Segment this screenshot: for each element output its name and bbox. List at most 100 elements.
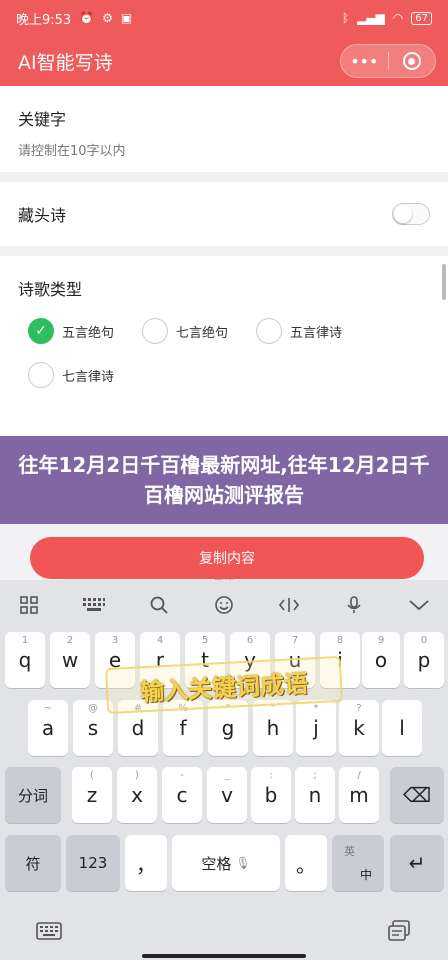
key-label: f <box>179 716 187 740</box>
battery-level: 67 <box>415 12 428 24</box>
key-label: b <box>264 783 278 807</box>
language-switch-key[interactable]: 英 中 <box>332 835 384 891</box>
radio-option[interactable]: 七言律诗 <box>18 362 132 388</box>
radio-circle-icon <box>28 362 54 388</box>
radio-option[interactable]: 五言律诗 <box>246 318 360 344</box>
radio-option[interactable]: ✓ 五言绝句 <box>18 318 132 344</box>
key-alt: 3 <box>111 635 119 646</box>
key-alt: ~ <box>43 703 53 714</box>
keyboard-bottom-bar <box>0 902 448 960</box>
key-alt: 6 <box>246 635 254 646</box>
key-alt: _ <box>224 770 230 781</box>
stamp-text: 输入关键词成语 <box>139 669 309 706</box>
symbols-key[interactable]: 符 <box>5 835 61 891</box>
key-label: n <box>308 783 322 807</box>
key-z[interactable]: (z <box>72 767 112 823</box>
key-label: 符 <box>25 854 41 873</box>
key-p[interactable]: 0p <box>404 632 444 688</box>
microphone-icon: 🎙 <box>235 856 251 870</box>
key-label: v <box>221 783 233 807</box>
home-indicator[interactable] <box>142 954 306 958</box>
key-label: m <box>349 783 369 807</box>
key-alt: 0 <box>420 635 428 646</box>
key-label: l <box>399 716 405 740</box>
key-q[interactable]: 1q <box>5 632 45 688</box>
keyword-title: 关键字 <box>18 110 67 129</box>
segment-key[interactable]: 分词 <box>5 767 61 823</box>
key-label: x <box>131 783 143 807</box>
key-label: 空格 <box>201 854 232 873</box>
key-k[interactable]: ? k <box>339 700 379 756</box>
copy-content-button[interactable]: 复制内容 <box>30 537 424 579</box>
numbers-key[interactable]: 123 <box>66 835 120 891</box>
check-icon: ✓ <box>28 318 54 344</box>
key-alt: 9 <box>377 635 385 646</box>
grid-menu-icon[interactable] <box>14 590 44 620</box>
close-program-button[interactable] <box>389 45 436 77</box>
overlay-banner: 往年12月2日千百橹最新网址,往年12月2日千百橹网站测评报告 <box>0 436 448 524</box>
keyboard-switch-icon[interactable] <box>34 916 64 946</box>
app-bar: AI智能写诗 ••• <box>0 36 448 86</box>
key-w[interactable]: 2w <box>50 632 90 688</box>
key-h[interactable]: " h <box>253 700 293 756</box>
acrostic-card: 藏头诗 <box>0 182 448 246</box>
cursor-move-icon[interactable] <box>274 590 304 620</box>
key-v[interactable]: _ v <box>207 767 247 823</box>
key-l[interactable]: l <box>382 700 422 756</box>
battery-icon: 67 <box>411 11 432 25</box>
mini-program-capsule: ••• <box>340 44 436 78</box>
key-label: p <box>417 648 431 672</box>
lang-english-label: 英 <box>344 845 355 858</box>
enter-icon: ↵ <box>408 851 426 875</box>
key-n[interactable]: ; n <box>295 767 335 823</box>
key-label: ， <box>136 852 156 877</box>
radio-circle-icon <box>142 318 168 344</box>
space-key[interactable]: 空格 🎙 <box>172 835 280 891</box>
key-o[interactable]: 9o <box>362 632 400 688</box>
radio-circle-icon <box>256 318 282 344</box>
acrostic-toggle[interactable] <box>392 203 430 225</box>
key-label: g <box>221 716 235 740</box>
backspace-key[interactable]: ⌫ <box>390 767 444 823</box>
key-label: j <box>313 716 319 740</box>
key-m[interactable]: / m <box>339 767 379 823</box>
collapse-keyboard-icon[interactable] <box>404 590 434 620</box>
key-label: s <box>87 716 99 740</box>
microphone-icon[interactable] <box>339 590 369 620</box>
lang-chinese-label: 中 <box>359 868 372 882</box>
key-alt: * <box>313 703 319 714</box>
key-alt: ; <box>313 770 317 781</box>
key-alt: ( <box>90 770 94 781</box>
key-a[interactable]: ~ a <box>28 700 68 756</box>
more-icon: ••• <box>350 51 379 71</box>
more-menu-button[interactable]: ••• <box>341 45 388 77</box>
key-b[interactable]: :b <box>251 767 291 823</box>
key-alt: 2 <box>66 635 74 646</box>
key-j[interactable]: * j <box>296 700 336 756</box>
poem-type-options: ✓ 五言绝句 七言绝句 五言律诗 七言律诗 <box>18 318 430 388</box>
status-time: 晚上9:53 <box>16 12 72 28</box>
radio-label: 五言律诗 <box>290 325 343 341</box>
radio-option[interactable]: 七言绝句 <box>132 318 246 344</box>
key-label: 123 <box>78 854 108 872</box>
enter-key[interactable]: ↵ <box>390 835 444 891</box>
comma-key[interactable]: ， <box>125 835 167 891</box>
key-x[interactable]: ) x <box>117 767 157 823</box>
key-c[interactable]: -c <box>162 767 202 823</box>
page-title: AI智能写诗 <box>18 51 113 74</box>
keyboard-layout-icon[interactable] <box>79 590 109 620</box>
period-key[interactable]: 。 <box>285 835 327 891</box>
key-alt: 5 <box>201 635 209 646</box>
key-alt: / <box>357 770 361 781</box>
search-icon[interactable] <box>144 590 174 620</box>
bluetooth-icon: ᛒ <box>341 11 350 25</box>
gear-icon: ⚙ <box>102 11 113 25</box>
key-label: a <box>41 716 55 740</box>
key-label: 分词 <box>17 786 48 805</box>
scrollbar-thumb[interactable] <box>442 264 446 300</box>
clipboard-icon[interactable] <box>384 916 414 946</box>
key-label: c <box>176 783 188 807</box>
keyword-input[interactable]: 请控制在10字以内 <box>18 140 430 159</box>
signal-icon: ▂▄▆ <box>357 11 385 25</box>
emoji-icon[interactable] <box>209 590 239 620</box>
